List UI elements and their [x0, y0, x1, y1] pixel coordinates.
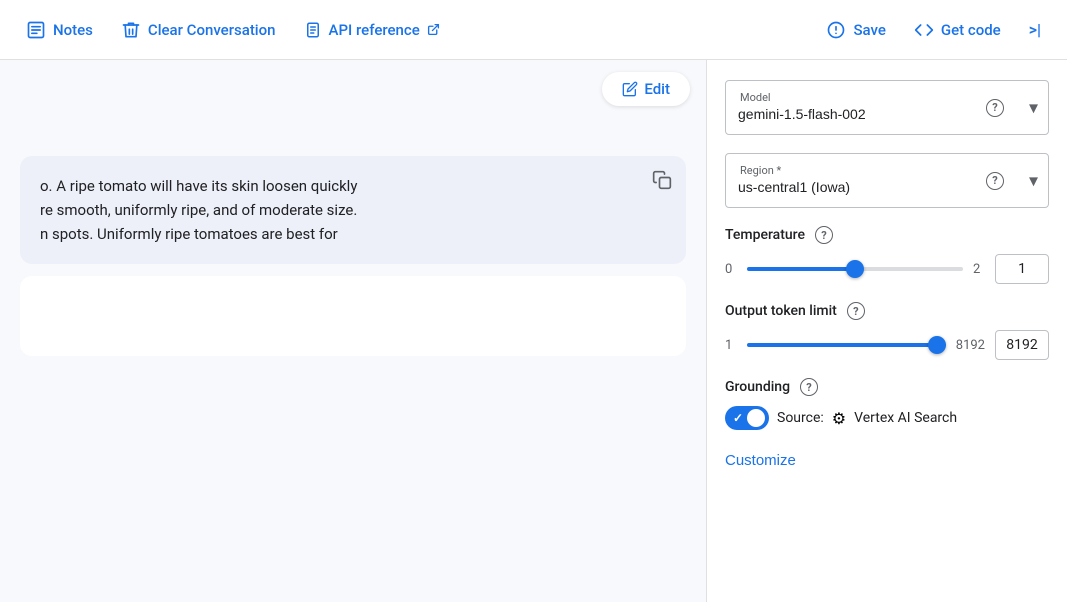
token-title: Output token limit	[725, 303, 837, 319]
toggle-thumb	[747, 409, 765, 427]
token-max-label: 8192	[956, 338, 985, 353]
grounding-source-label: Source:	[777, 410, 824, 426]
main-area: Edit o. A ripe tomato will have its skin…	[0, 60, 1067, 602]
token-slider[interactable]	[747, 343, 946, 347]
api-label: API reference	[329, 21, 420, 39]
toggle-check-icon: ✓	[733, 411, 743, 425]
token-section: Output token limit ? 1 8192 8192	[725, 302, 1049, 360]
code-icon	[914, 20, 934, 40]
external-link-icon	[427, 23, 440, 36]
vertex-icon: ⚙	[832, 409, 846, 428]
grounding-section: Grounding ? ✓ Source: ⚙ Vertex AI Search	[725, 378, 1049, 430]
grounding-source-value: Vertex AI Search	[854, 410, 957, 426]
notes-label: Notes	[53, 21, 93, 39]
collapse-label: >|	[1029, 20, 1041, 39]
clear-icon	[121, 20, 141, 40]
copy-button[interactable]	[648, 166, 676, 197]
grounding-help-icon[interactable]: ?	[800, 378, 818, 396]
customize-section: Customize	[725, 448, 1049, 473]
model-label: Model	[736, 91, 775, 104]
clear-label: Clear Conversation	[148, 21, 276, 39]
toggle-track: ✓	[725, 406, 769, 430]
api-icon	[304, 21, 322, 39]
edit-label: Edit	[644, 80, 670, 98]
temperature-section: Temperature ? 0 2 1	[725, 226, 1049, 284]
nav-clear-conversation[interactable]: Clear Conversation	[107, 12, 290, 48]
temperature-value[interactable]: 1	[995, 254, 1049, 284]
region-field-group: Region * us-central1 (Iowa) ▾ ?	[725, 153, 1049, 208]
token-help-icon[interactable]: ?	[847, 302, 865, 320]
model-field-group: Model gemini-1.5-flash-002 ▾ ?	[725, 80, 1049, 135]
copy-icon	[652, 170, 672, 190]
grounding-row: ✓ Source: ⚙ Vertex AI Search	[725, 406, 1049, 430]
temperature-slider-container	[747, 259, 963, 279]
temperature-slider-row: 0 2 1	[725, 254, 1049, 284]
message-block-2	[20, 276, 686, 356]
nav-api-reference[interactable]: API reference	[290, 13, 454, 47]
notes-icon	[26, 20, 46, 40]
edit-icon	[622, 81, 638, 97]
nav-collapse[interactable]: >|	[1015, 12, 1055, 47]
temp-max-label: 2	[973, 262, 985, 277]
nav-save[interactable]: Save	[812, 12, 899, 48]
save-label: Save	[853, 21, 885, 39]
message-block: o. A ripe tomato will have its skin loos…	[20, 156, 686, 264]
nav-notes[interactable]: Notes	[12, 12, 107, 48]
region-help-icon[interactable]: ?	[986, 172, 1004, 190]
grounding-toggle[interactable]: ✓	[725, 406, 769, 430]
save-icon	[826, 20, 846, 40]
get-code-label: Get code	[941, 21, 1001, 39]
nav-get-code[interactable]: Get code	[900, 12, 1015, 48]
customize-button[interactable]: Customize	[725, 448, 796, 473]
text-content-area: o. A ripe tomato will have its skin loos…	[0, 140, 706, 602]
left-panel: Edit o. A ripe tomato will have its skin…	[0, 60, 707, 602]
token-slider-container	[747, 335, 946, 355]
grounding-title: Grounding	[725, 379, 790, 395]
token-min-label: 1	[725, 338, 737, 353]
temperature-help-icon[interactable]: ?	[815, 226, 833, 244]
right-panel: Model gemini-1.5-flash-002 ▾ ? Region * …	[707, 60, 1067, 602]
model-help-icon[interactable]: ?	[986, 99, 1004, 117]
temperature-slider[interactable]	[747, 267, 963, 271]
region-select-wrapper: Region * us-central1 (Iowa) ▾ ?	[725, 153, 1049, 208]
model-select-wrapper: Model gemini-1.5-flash-002 ▾ ?	[725, 80, 1049, 135]
temp-min-label: 0	[725, 262, 737, 277]
edit-button[interactable]: Edit	[602, 72, 690, 106]
region-label: Region *	[736, 164, 785, 177]
token-slider-row: 1 8192 8192	[725, 330, 1049, 360]
temperature-title: Temperature	[725, 227, 805, 243]
message-text: o. A ripe tomato will have its skin loos…	[40, 177, 357, 243]
token-value[interactable]: 8192	[995, 330, 1049, 360]
top-nav: Notes Clear Conversation API reference	[0, 0, 1067, 60]
